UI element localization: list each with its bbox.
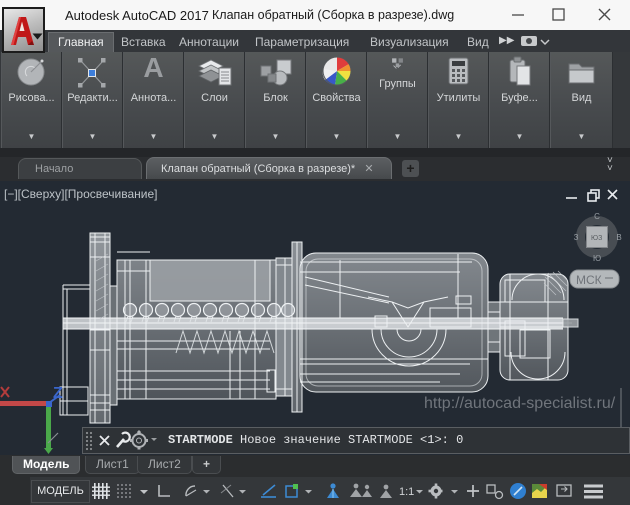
svg-text:МСК: МСК [576,273,602,287]
svg-text:ЮЗ: ЮЗ [591,235,602,242]
svg-text:З: З [574,233,579,242]
svg-text:С: С [594,212,600,221]
svg-text:В: В [616,233,621,242]
svg-text:1:1: 1:1 [399,486,414,498]
svg-text:Ю: Ю [593,254,601,263]
